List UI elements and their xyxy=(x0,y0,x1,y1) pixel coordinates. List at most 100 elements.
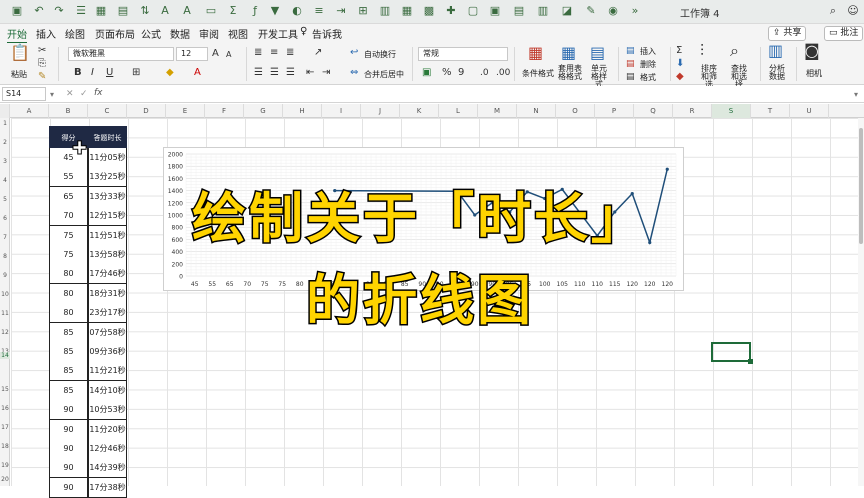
score-cell[interactable]: 85 xyxy=(49,322,88,343)
score-cell[interactable]: 65 xyxy=(49,186,88,207)
filter-qa-icon[interactable]: ☰ xyxy=(74,4,88,18)
row-header[interactable]: 15 xyxy=(0,386,10,393)
col-header[interactable]: D xyxy=(127,104,166,118)
conditional-format-icon[interactable]: ▦ xyxy=(528,45,543,61)
row-header[interactable]: 7 xyxy=(0,234,10,241)
row-header-selected[interactable]: 14 xyxy=(0,352,10,359)
align-middle-icon[interactable]: ≡ xyxy=(270,47,278,59)
col-header[interactable]: L xyxy=(439,104,478,118)
duration-cell[interactable]: 17分46秒 xyxy=(88,264,127,285)
tab-draw[interactable]: 绘图 xyxy=(65,26,85,41)
row-header[interactable]: 8 xyxy=(0,253,10,260)
table-format-icon[interactable]: ▦ xyxy=(561,45,576,61)
align-top-icon[interactable]: ≣ xyxy=(254,47,262,59)
row-header[interactable]: 5 xyxy=(0,196,10,203)
format-cells-icon[interactable]: ▤ xyxy=(626,71,635,83)
duration-cell[interactable]: 11分20秒 xyxy=(88,419,127,440)
font-size-select[interactable]: 12 xyxy=(176,47,208,61)
score-cell[interactable]: 85 xyxy=(49,361,88,382)
score-cell[interactable]: 90 xyxy=(49,400,88,421)
format-button[interactable]: 格式 xyxy=(640,72,656,83)
merge-center-button[interactable]: 合并后居中 xyxy=(364,69,404,80)
row-header[interactable]: 17 xyxy=(0,424,10,431)
copy-icon[interactable]: ⎘ xyxy=(38,58,46,70)
border-icon[interactable]: ⊞ xyxy=(132,67,140,79)
col-header[interactable]: G xyxy=(244,104,283,118)
row-header[interactable]: 3 xyxy=(0,158,10,165)
score-cell[interactable]: 75 xyxy=(49,245,88,265)
underline-button[interactable]: U xyxy=(106,67,113,79)
conditional-format-button[interactable]: 条件格式 xyxy=(522,68,554,79)
duration-cell[interactable]: 14分10秒 xyxy=(88,380,127,401)
search-icon[interactable]: ⌕ xyxy=(826,4,840,18)
tab-formulas[interactable]: 公式 xyxy=(141,26,161,41)
duration-cell[interactable]: 11分05秒 xyxy=(88,148,127,168)
camera-button[interactable]: 相机 xyxy=(806,68,822,79)
row-header[interactable]: 11 xyxy=(0,310,10,317)
decrease-decimal-icon[interactable]: .00 xyxy=(496,67,510,79)
vertical-scroll-thumb[interactable] xyxy=(859,128,863,244)
row-header[interactable]: 20 xyxy=(0,476,10,483)
autosum-icon[interactable]: Σ xyxy=(676,45,682,57)
col-header[interactable]: A xyxy=(10,104,49,118)
merge-icon[interactable]: ⇔ xyxy=(350,67,358,79)
align-qa-icon[interactable]: ≡ xyxy=(312,4,326,18)
font-name-select[interactable]: 微软雅黑 xyxy=(68,47,174,61)
row-header[interactable]: 19 xyxy=(0,462,10,469)
duration-cell[interactable]: 17分38秒 xyxy=(88,477,127,498)
duration-cell[interactable]: 11分51秒 xyxy=(88,225,127,246)
font-color-qa-icon[interactable]: A xyxy=(180,4,194,18)
duration-cell[interactable]: 23分17秒 xyxy=(88,303,127,324)
duration-cell[interactable]: 13分25秒 xyxy=(88,167,127,188)
delete-button[interactable]: 删除 xyxy=(640,59,656,70)
table-header-duration[interactable]: 答题时长 xyxy=(88,126,127,148)
insert-button[interactable]: 插入 xyxy=(640,46,656,57)
grow-font-icon[interactable]: A xyxy=(212,48,219,60)
tab-tell-me[interactable]: 告诉我 xyxy=(312,26,342,41)
currency-icon[interactable]: ▣ xyxy=(422,67,431,79)
col-header[interactable]: P xyxy=(595,104,634,118)
wrap-text-button[interactable]: 自动换行 xyxy=(364,49,396,60)
tab-page-layout[interactable]: 页面布局 xyxy=(95,26,135,41)
row-header[interactable]: 18 xyxy=(0,443,10,450)
indent-increase-icon[interactable]: ⇥ xyxy=(322,67,330,79)
score-cell[interactable]: 80 xyxy=(49,303,88,324)
col-header[interactable]: M xyxy=(478,104,517,118)
cut-icon[interactable]: ✂ xyxy=(38,45,46,57)
filter-qa2-icon[interactable]: ▼ xyxy=(268,4,282,18)
italic-button[interactable]: I xyxy=(91,67,94,79)
paste-label[interactable]: 粘贴 xyxy=(11,69,27,80)
align-bottom-icon[interactable]: ≣ xyxy=(286,47,294,59)
pivot-qa-icon[interactable]: ▩ xyxy=(422,4,436,18)
font-size-qa-icon[interactable]: A xyxy=(158,4,172,18)
fill-color-icon[interactable]: ◆ xyxy=(166,67,174,79)
table-qa-icon[interactable]: ▦ xyxy=(94,4,108,18)
row-header[interactable]: 1 xyxy=(0,120,10,127)
comments-button[interactable]: ▭ 批注 xyxy=(824,26,864,41)
col-header[interactable]: U xyxy=(790,104,829,118)
score-cell[interactable]: 85 xyxy=(49,380,88,401)
find-select-icon[interactable]: ⌕ xyxy=(730,43,739,59)
duration-cell[interactable]: 12分15秒 xyxy=(88,206,127,227)
duration-cell[interactable]: 12分46秒 xyxy=(88,439,127,459)
duration-cell[interactable]: 09分36秒 xyxy=(88,342,127,362)
cell-style-icon[interactable]: ▤ xyxy=(590,45,605,61)
select-all-corner[interactable] xyxy=(0,104,10,118)
duration-cell[interactable]: 10分53秒 xyxy=(88,400,127,421)
name-box-dropdown-icon[interactable]: ▾ xyxy=(50,89,54,101)
grid-qa-icon[interactable]: ▤ xyxy=(116,4,130,18)
insert-cells-icon[interactable]: ▤ xyxy=(626,45,635,57)
col-header-selected[interactable]: S xyxy=(712,104,751,118)
camera-qa-icon[interactable]: ◉ xyxy=(606,4,620,18)
shrink-font-icon[interactable]: A xyxy=(226,49,231,61)
col-header[interactable]: T xyxy=(751,104,790,118)
expand-formula-icon[interactable]: ▾ xyxy=(854,89,858,101)
format-qa-icon[interactable]: ▣ xyxy=(488,4,502,18)
sum-qa-icon[interactable]: Σ xyxy=(226,4,240,18)
table-format-button[interactable]: 套用表格格式 xyxy=(558,65,582,81)
col-header[interactable]: K xyxy=(400,104,439,118)
duration-cell[interactable]: 18分31秒 xyxy=(88,283,127,304)
row-header[interactable]: 16 xyxy=(0,405,10,412)
selected-cell[interactable] xyxy=(711,342,753,364)
score-cell[interactable]: 70 xyxy=(49,206,88,227)
